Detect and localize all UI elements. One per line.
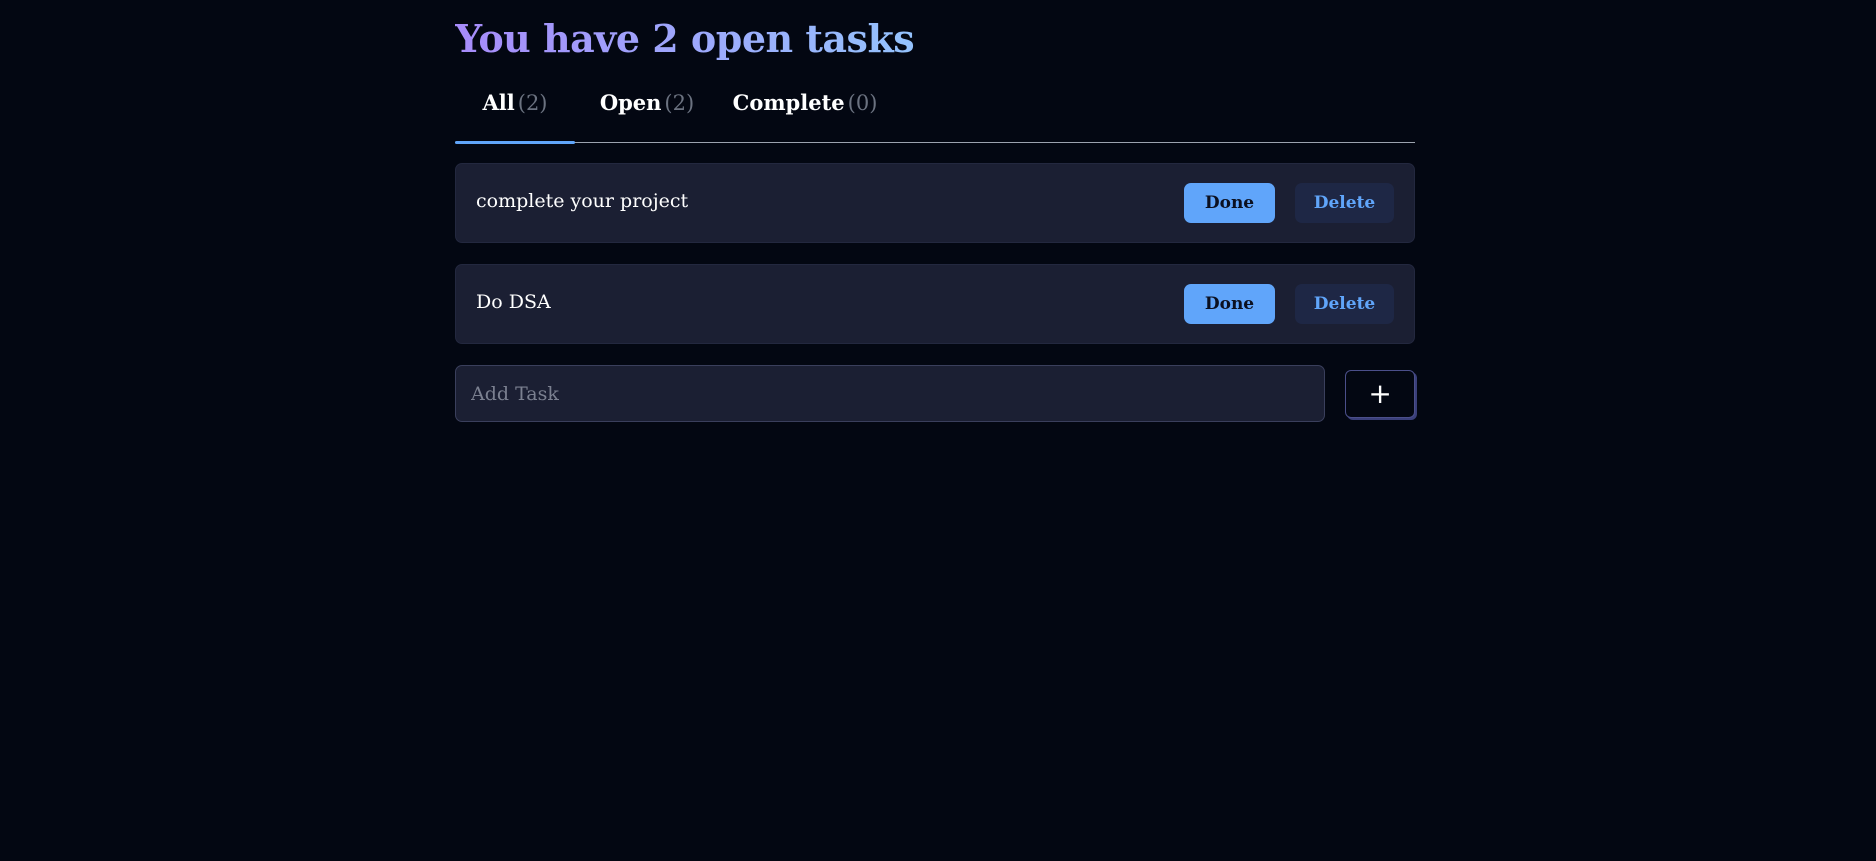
todo-app: You have 2 open tasks All (2) Open (2) C… — [455, 0, 1415, 422]
task-item: Do DSA Done Delete — [455, 264, 1415, 344]
page-title: You have 2 open tasks — [455, 0, 1415, 62]
filter-tabs: All (2) Open (2) Complete (0) — [455, 90, 1415, 144]
add-task-row: + — [455, 365, 1415, 422]
done-button[interactable]: Done — [1184, 183, 1275, 223]
tab-complete[interactable]: Complete (0) — [719, 90, 891, 142]
tab-label: Complete — [732, 90, 845, 115]
tab-label: All — [482, 90, 515, 115]
add-task-button[interactable]: + — [1345, 369, 1415, 418]
tab-count: (2) — [664, 91, 695, 115]
task-list: complete your project Done Delete Do DSA… — [455, 163, 1415, 344]
delete-button[interactable]: Delete — [1295, 183, 1394, 223]
done-button[interactable]: Done — [1184, 284, 1275, 324]
task-item: complete your project Done Delete — [455, 163, 1415, 243]
tab-count: (0) — [847, 91, 878, 115]
task-text: complete your project — [476, 190, 689, 212]
tab-count: (2) — [517, 91, 548, 115]
delete-button[interactable]: Delete — [1295, 284, 1394, 324]
tab-all[interactable]: All (2) — [455, 90, 575, 144]
tab-label: Open — [599, 90, 662, 115]
add-task-input[interactable] — [455, 365, 1326, 422]
tab-open[interactable]: Open (2) — [575, 90, 719, 142]
task-text: Do DSA — [476, 291, 551, 313]
